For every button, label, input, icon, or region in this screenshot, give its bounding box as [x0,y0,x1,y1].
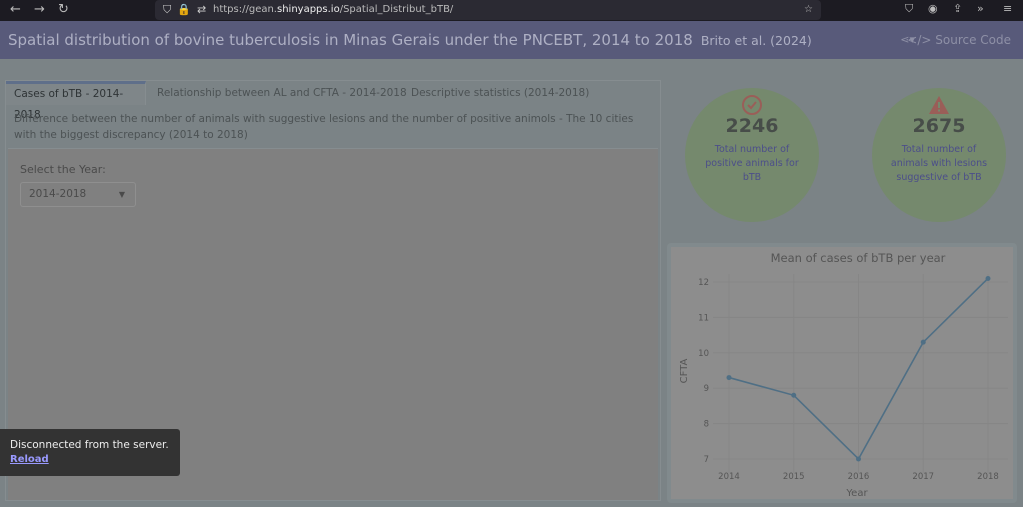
toast-message: Disconnected from the server. [10,439,169,451]
shield-lock-icon: ⛉🔒⇄ [163,3,213,16]
stat-lesion-animals: 2675 Total number of animals with lesion… [872,88,1006,222]
disconnect-notification: Disconnected from the server. Reload [0,429,180,476]
data-point [856,456,861,462]
y-tick-label: 12 [698,278,709,288]
data-point [726,375,732,381]
pocket-icon[interactable]: ⛉ [905,2,913,16]
year-select[interactable]: 2014-2018 ▼ [20,182,136,207]
account-icon[interactable]: ◉ [928,2,938,15]
x-tick-label: 2017 [912,472,934,482]
stat-value: 2675 [912,115,966,137]
stat-caption: Total number of animals with lesions sug… [890,144,988,183]
code-icon: </> [907,33,932,47]
warning-icon [872,94,1006,116]
forward-icon[interactable]: → [34,2,45,17]
mean-cases-chart: Mean of cases of bTB per year Year CFTA … [673,247,1013,499]
title-text: Spatial distribution of bovine tuberculo… [8,31,693,49]
y-tick-label: 8 [704,420,709,430]
app-subtitle: Brito et al. (2024) [700,33,812,48]
y-tick-label: 11 [698,313,709,323]
x-axis-label: Year [845,488,868,499]
stat-positive-animals: 2246 Total number of positive animals fo… [685,88,819,222]
data-point [791,392,797,398]
x-tick-label: 2016 [848,472,870,482]
chart-container: Mean of cases of bTB per year Year CFTA … [667,243,1017,503]
overflow-icon[interactable]: » [977,2,984,15]
bookmark-star-icon[interactable]: ☆ [804,0,813,20]
address-bar[interactable]: ⛉🔒⇄ https://gean.shinyapps.io/Spatial_Di… [155,0,821,20]
x-tick-label: 2015 [783,472,805,482]
check-circle-icon [685,94,819,116]
y-tick-label: 9 [704,384,709,394]
menu-icon[interactable]: ≡ [1003,2,1012,15]
url-path: /Spatial_Distribut_bTB/ [339,4,454,15]
data-point [920,339,926,345]
url-domain: shinyapps.io [277,4,340,15]
y-tick-label: 7 [704,455,709,465]
year-select-label: Select the Year: [20,163,106,176]
x-tick-label: 2014 [718,472,740,482]
source-code-label: Source Code [935,33,1011,47]
plot-background [673,247,1013,473]
tab-list: Cases of bTB - 2014-2018 Relationship be… [6,81,660,121]
chart-title: Mean of cases of bTB per year [771,251,946,265]
tab-descriptive[interactable]: Descriptive statistics (2014-2018) [403,81,597,105]
stat-caption: Total number of positive animals for bTB [705,144,799,183]
x-tick-label: 2018 [977,472,999,482]
chevron-down-icon: ▼ [118,190,125,199]
tab-relationship[interactable]: Relationship between AL and CFTA - 2014-… [149,81,415,105]
app-title: Spatial distribution of bovine tuberculo… [8,31,812,49]
stat-value: 2246 [725,115,779,137]
reload-link[interactable]: Reload [10,454,170,465]
tab-cases[interactable]: Cases of bTB - 2014-2018 [6,81,146,121]
browser-toolbar: ← → ↻ ⛉🔒⇄ https://gean.shinyapps.io/Spat… [0,0,1023,21]
extensions-icon[interactable]: ⇪ [953,2,962,15]
y-tick-label: 10 [698,349,709,359]
year-select-value: 2014-2018 [29,188,87,200]
url-host: https://gean. [213,4,277,15]
y-axis-label: CFTA [679,358,690,383]
app-header: Spatial distribution of bovine tuberculo… [0,21,1023,59]
source-code-link[interactable]: </> Source Code [907,33,1011,47]
reload-icon[interactable]: ↻ [58,2,69,17]
data-point [985,275,991,281]
back-icon[interactable]: ← [10,2,21,17]
tab-description: Difference between the number of animals… [14,113,634,141]
